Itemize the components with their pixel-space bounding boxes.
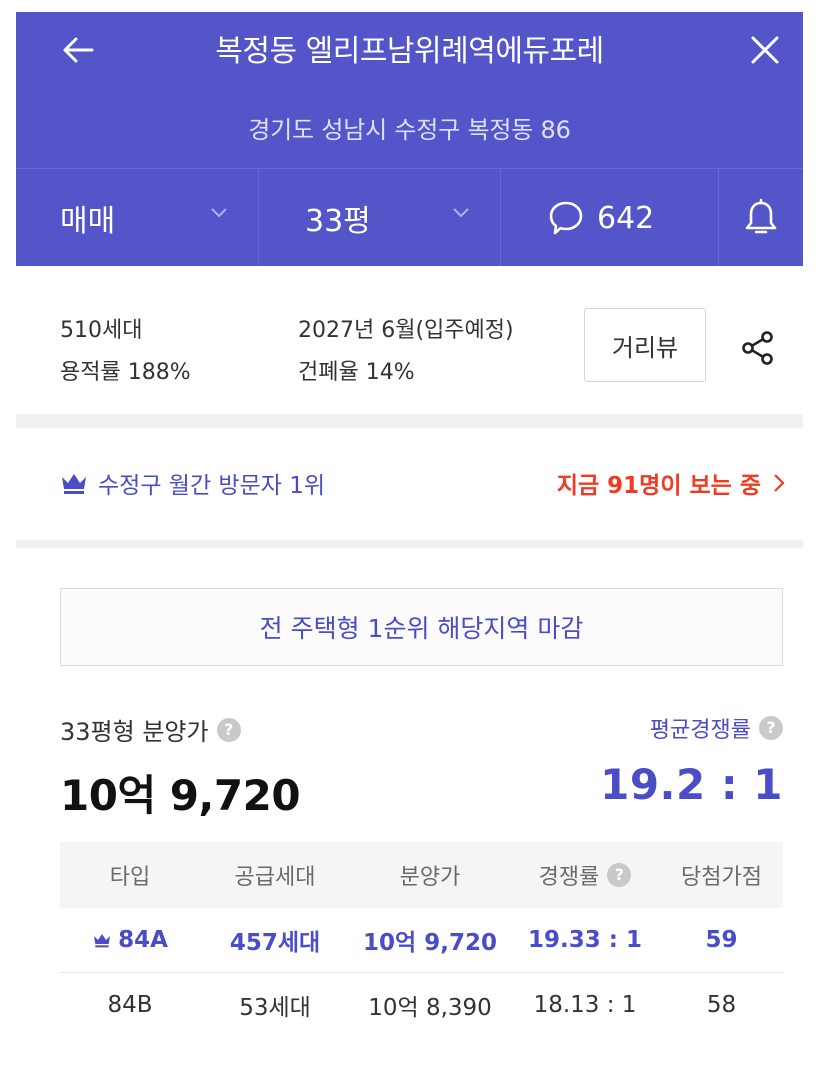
address: 경기도 성남시 수정구 복정동 86	[248, 116, 571, 144]
competition-header-label: 경쟁률	[538, 865, 600, 890]
help-icon[interactable]: ?	[759, 716, 783, 740]
type-value: 84A	[118, 927, 168, 953]
households: 510세대	[60, 318, 143, 343]
speech-bubble-icon	[549, 201, 583, 235]
price-cell: 10억 9,720	[363, 930, 497, 956]
header-tabs: 매매 33평 642	[16, 168, 803, 267]
table-header: 타입 공급세대 분양가 경쟁률 ? 당첨가점	[60, 842, 783, 908]
unit-type-table: 타입 공급세대 분양가 경쟁률 ? 당첨가점 84A 457세대 10억 9,7…	[60, 842, 783, 1037]
floor-area-ratio: 용적률 188%	[60, 360, 191, 385]
competition-label: 평균경쟁률	[649, 718, 751, 743]
move-in-date: 2027년 6월(입주예정)	[298, 318, 514, 343]
comment-count: 642	[597, 200, 655, 236]
arrow-left-icon	[63, 37, 94, 63]
share-button[interactable]	[734, 324, 782, 372]
info-column-2: 2027년 6월(입주예정) 건폐율 14%	[298, 310, 514, 394]
crown-icon	[94, 934, 111, 948]
size-dropdown[interactable]: 33평	[259, 169, 501, 267]
help-icon[interactable]: ?	[216, 717, 241, 742]
ranking-row: 수정구 월간 방문자 1위 지금 91명이 보는 중	[16, 428, 803, 540]
price-value: 10억 9,720	[60, 771, 301, 820]
size-label: 33평	[305, 204, 371, 239]
chevron-right-icon	[774, 474, 785, 492]
page-title: 복정동 엘리프남위례역에듀포레	[215, 34, 604, 69]
notification-button[interactable]	[719, 169, 803, 267]
bell-icon	[745, 198, 777, 234]
comments-button[interactable]: 642	[501, 169, 719, 267]
deal-type-label: 매매	[60, 204, 116, 239]
supply-cell: 457세대	[229, 930, 321, 956]
price-label: 33평형 분양가	[60, 718, 209, 746]
price-label-row: 33평형 분양가 ?	[60, 712, 241, 747]
live-viewers-link[interactable]: 지금 91명이 보는 중	[557, 466, 785, 500]
visitor-rank-label: 수정구 월간 방문자 1위	[98, 473, 326, 499]
column-header-price: 분양가	[399, 865, 461, 890]
section-divider	[16, 540, 803, 548]
score-cell: 59	[705, 927, 738, 953]
street-view-button[interactable]: 거리뷰	[584, 308, 706, 382]
column-header-type: 타입	[109, 865, 151, 890]
complex-info: 510세대 용적률 188% 2027년 6월(입주예정) 건폐율 14% 거리…	[16, 266, 803, 414]
type-cell: 84A	[60, 927, 200, 953]
close-button[interactable]	[741, 26, 789, 74]
close-icon	[751, 36, 779, 64]
live-viewers-label: 지금 91명이 보는 중	[556, 473, 761, 499]
chevron-down-icon	[453, 208, 469, 218]
column-header-supply: 공급세대	[234, 865, 316, 890]
section-divider	[16, 414, 803, 428]
chevron-down-icon	[211, 208, 227, 218]
type-cell: 84B	[107, 992, 153, 1018]
column-header-competition: 경쟁률 ?	[510, 859, 660, 891]
deal-type-dropdown[interactable]: 매매	[16, 169, 259, 267]
competition-value: 19.2 : 1	[600, 760, 783, 809]
price-cell: 10억 8,390	[368, 995, 492, 1021]
help-icon[interactable]: ?	[607, 863, 632, 887]
subscription-notice: 전 주택형 1순위 해당지역 마감	[60, 588, 783, 666]
share-icon	[742, 331, 773, 365]
competition-cell: 19.33 : 1	[528, 927, 642, 953]
back-button[interactable]	[54, 26, 102, 74]
visitor-rank: 수정구 월간 방문자 1위	[60, 466, 325, 500]
table-row[interactable]: 84A 457세대 10억 9,720 19.33 : 1 59	[60, 908, 783, 973]
supply-cell: 53세대	[239, 995, 311, 1021]
header: 복정동 엘리프남위례역에듀포레 경기도 성남시 수정구 복정동 86 매매 33…	[16, 12, 803, 267]
competition-label-row: 평균경쟁률 ?	[650, 712, 783, 744]
info-column-1: 510세대 용적률 188%	[60, 310, 191, 394]
page: 복정동 엘리프남위례역에듀포레 경기도 성남시 수정구 복정동 86 매매 33…	[16, 12, 803, 1092]
column-header-score: 당첨가점	[681, 865, 762, 890]
crown-icon	[62, 474, 86, 494]
competition-cell: 18.13 : 1	[533, 992, 637, 1018]
score-cell: 58	[706, 992, 737, 1018]
table-row[interactable]: 84B 53세대 10억 8,390 18.13 : 1 58	[60, 973, 783, 1037]
building-coverage: 건폐율 14%	[298, 360, 415, 385]
